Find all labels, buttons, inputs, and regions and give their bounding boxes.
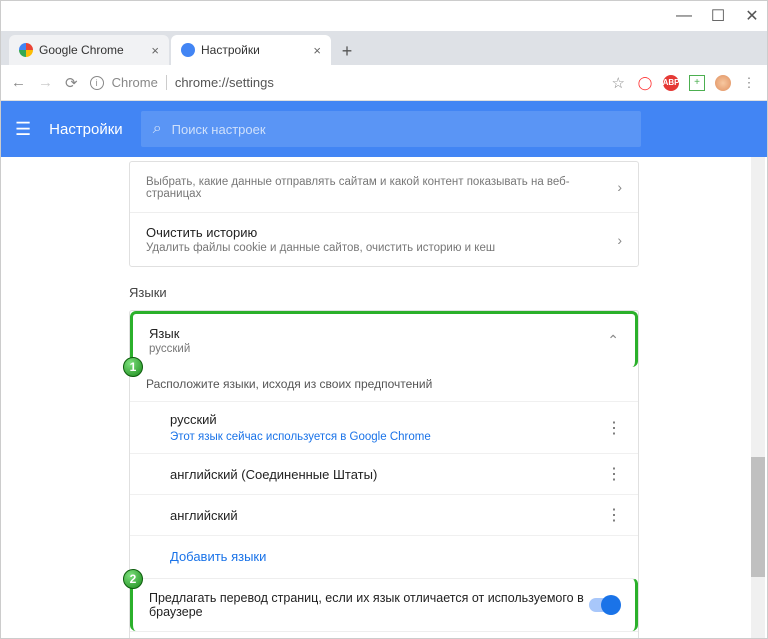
yandex-icon[interactable]: ◯	[637, 75, 653, 91]
search-input[interactable]	[172, 122, 629, 137]
site-info-icon[interactable]: i	[90, 76, 104, 90]
settings-header: ☰ Настройки ⌕	[1, 101, 767, 157]
reload-icon[interactable]: ⟳	[65, 74, 78, 92]
url-text: chrome://settings	[175, 75, 274, 90]
more-icon[interactable]: ⋮	[606, 418, 622, 438]
tab-label: Google Chrome	[39, 43, 124, 57]
close-button[interactable]: ✕	[745, 9, 759, 23]
back-icon[interactable]: ←	[11, 74, 26, 91]
annotation-badge-2: 2	[123, 569, 143, 589]
translate-offer-row[interactable]: 2 Предлагать перевод страниц, если их яз…	[130, 578, 638, 631]
add-languages-link[interactable]: Добавить языки	[170, 549, 266, 564]
forward-icon: →	[38, 74, 53, 91]
menu-icon[interactable]: ⋮	[741, 75, 757, 91]
window-titlebar: — ☐ ✕	[1, 1, 767, 31]
extensions: ◯ ABP + ⋮	[637, 75, 757, 91]
chrome-icon	[19, 43, 33, 57]
content-settings-row[interactable]: Выбрать, какие данные отправлять сайтам …	[130, 162, 638, 213]
gear-icon	[181, 43, 195, 57]
row-title: Предлагать перевод страниц, если их язык…	[149, 591, 589, 619]
tab-close-icon[interactable]: ×	[151, 43, 159, 58]
adblock-icon[interactable]: ABP	[663, 75, 679, 91]
lang-name: английский (Соединенные Штаты)	[170, 467, 377, 482]
tab-label: Настройки	[201, 43, 260, 57]
row-title: Язык	[149, 326, 607, 341]
chevron-right-icon: ›	[617, 179, 622, 195]
row-subtitle: Удалить файлы cookie и данные сайтов, оч…	[146, 242, 617, 254]
tab-settings[interactable]: Настройки ×	[171, 35, 331, 65]
more-icon[interactable]: ⋮	[606, 505, 622, 525]
scrollbar-thumb[interactable]	[751, 457, 765, 577]
lang-item-en: английский ⋮	[130, 494, 638, 535]
row-title: Очистить историю	[146, 225, 617, 240]
more-icon[interactable]: ⋮	[606, 464, 622, 484]
lang-item-russian: русский Этот язык сейчас используется в …	[130, 401, 638, 453]
profile-avatar[interactable]	[715, 75, 731, 91]
translate-toggle[interactable]	[589, 598, 619, 612]
url-scheme: Chrome	[112, 75, 167, 90]
omnibox[interactable]: i Chrome chrome://settings	[90, 75, 600, 90]
new-tab-button[interactable]: +	[333, 37, 361, 65]
tab-close-icon[interactable]: ×	[313, 43, 321, 58]
clear-history-row[interactable]: Очистить историю Удалить файлы cookie и …	[130, 213, 638, 266]
languages-card: 1 Язык русский ⌃ Расположите языки, исхо…	[129, 310, 639, 638]
maximize-button[interactable]: ☐	[711, 9, 725, 23]
privacy-card: Выбрать, какие данные отправлять сайтам …	[129, 161, 639, 267]
settings-search[interactable]: ⌕	[141, 111, 641, 147]
hamburger-icon[interactable]: ☰	[15, 119, 31, 140]
tab-strip: Google Chrome × Настройки × +	[1, 31, 767, 65]
minimize-button[interactable]: —	[677, 9, 691, 23]
search-icon: ⌕	[153, 120, 162, 138]
chevron-up-icon: ⌃	[607, 332, 619, 349]
star-icon[interactable]: ☆	[612, 74, 625, 92]
lang-item-en-us: английский (Соединенные Штаты) ⋮	[130, 453, 638, 494]
add-languages-row[interactable]: Добавить языки	[130, 535, 638, 578]
address-bar: ← → ⟳ i Chrome chrome://settings ☆ ◯ ABP…	[1, 65, 767, 101]
section-languages: Языки	[129, 285, 639, 300]
row-value: русский	[149, 343, 607, 355]
lang-name: русский	[170, 412, 431, 427]
lang-name: английский	[170, 508, 238, 523]
content-area: Выбрать, какие данные отправлять сайтам …	[1, 157, 767, 638]
annotation-badge-1: 1	[123, 357, 143, 377]
spellcheck-row[interactable]: Проверка правописания русский ⌄	[130, 631, 638, 638]
row-subtitle: Выбрать, какие данные отправлять сайтам …	[146, 176, 617, 200]
page-title: Настройки	[49, 121, 123, 138]
lang-note: Этот язык сейчас используется в Google C…	[170, 431, 431, 443]
tab-chrome[interactable]: Google Chrome ×	[9, 35, 169, 65]
language-expand-row[interactable]: 1 Язык русский ⌃	[130, 311, 638, 367]
chevron-right-icon: ›	[617, 232, 622, 248]
order-hint: Расположите языки, исходя из своих предп…	[130, 367, 638, 401]
ext-plus-icon[interactable]: +	[689, 75, 705, 91]
